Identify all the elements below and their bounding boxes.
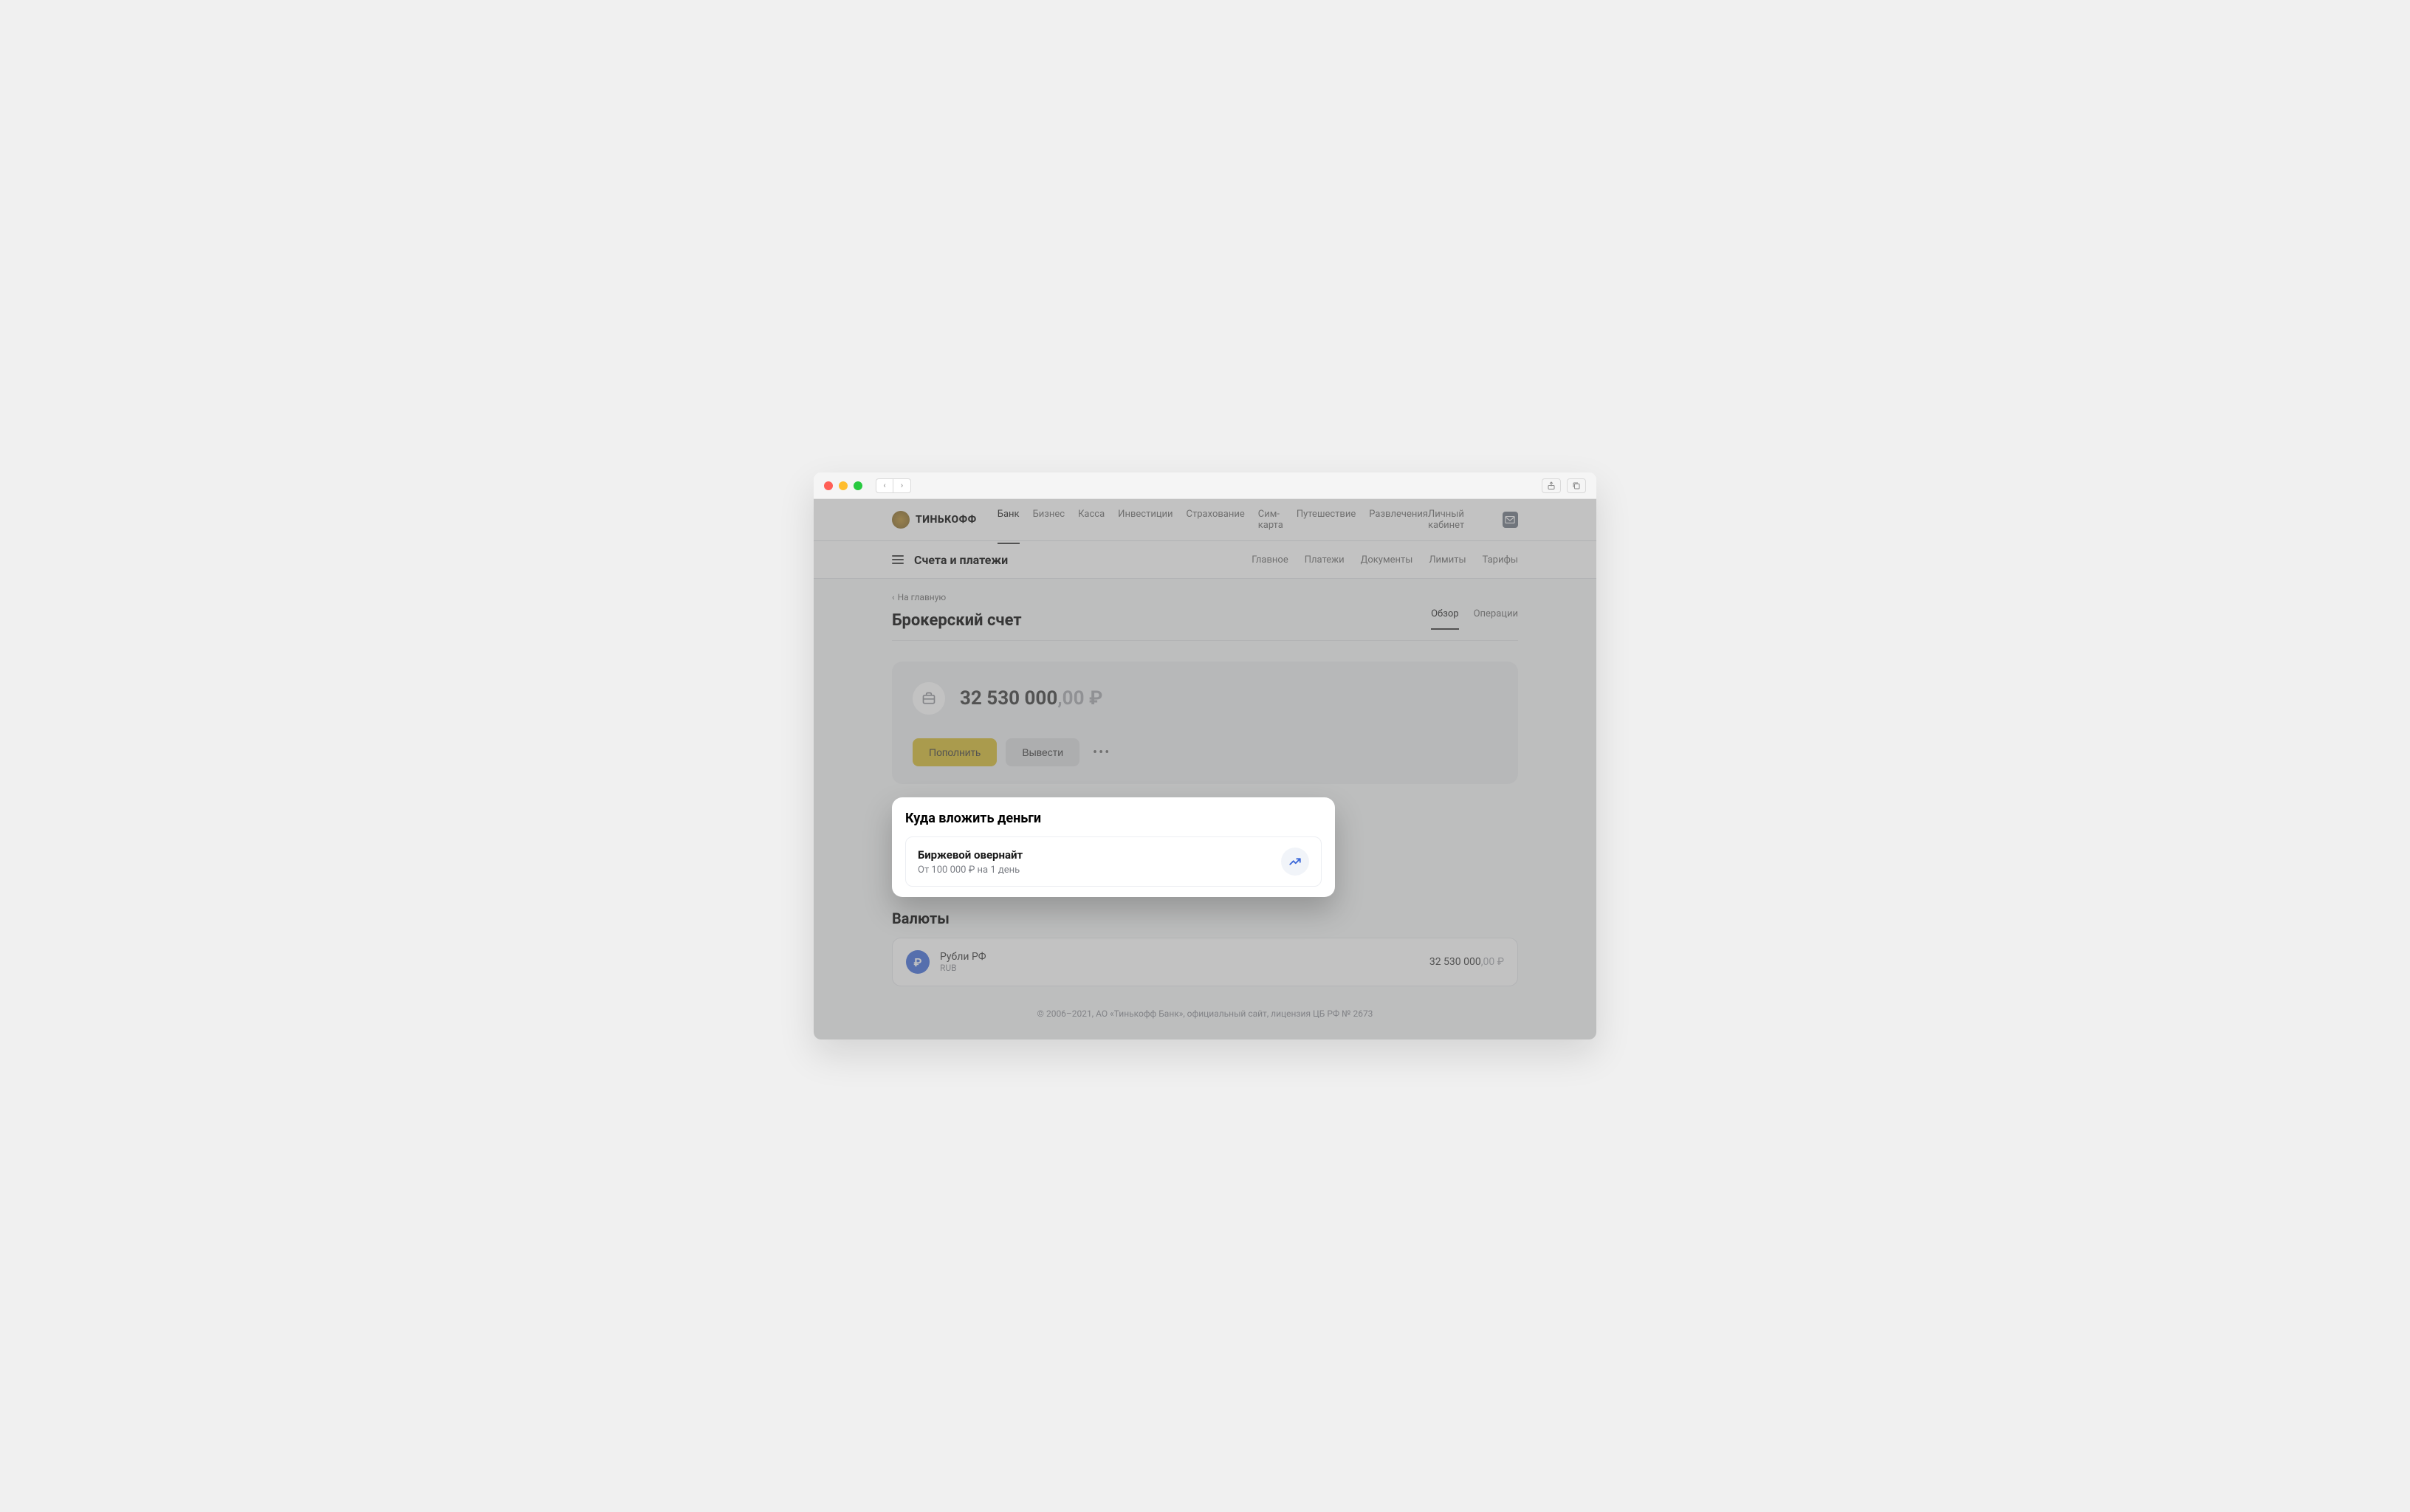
personal-cabinet-link[interactable]: Личный кабинет [1428, 509, 1495, 531]
nav-link-business[interactable]: Бизнес [1033, 495, 1065, 544]
invest-item-title: Биржевой овернайт [918, 848, 1023, 862]
close-window-icon[interactable] [824, 481, 833, 490]
subnav-link-tariffs[interactable]: Тарифы [1483, 554, 1518, 566]
maximize-window-icon[interactable] [854, 481, 862, 490]
share-icon[interactable] [1542, 478, 1561, 493]
currency-row-rub[interactable]: ₽ Рубли РФ RUB 32 530 000,00 ₽ [892, 938, 1518, 986]
balance-amount: 32 530 000,00 ₽ [960, 687, 1102, 709]
nav-link-bank[interactable]: Банк [998, 495, 1020, 544]
back-button[interactable]: ‹ [876, 478, 893, 493]
page-viewport: ТИНЬКОФФ Банк Бизнес Касса Инвестиции Ст… [814, 499, 1596, 1040]
trend-up-icon [1281, 848, 1309, 876]
breadcrumb-label: На главную [898, 592, 947, 602]
subnav-link-documents[interactable]: Документы [1361, 554, 1413, 566]
tab-operations[interactable]: Операции [1474, 608, 1518, 630]
balance-card: 32 530 000,00 ₽ Пополнить Вывести ••• [892, 662, 1518, 784]
withdraw-button[interactable]: Вывести [1006, 738, 1079, 766]
invest-card: Куда вложить деньги Биржевой овернайт От… [892, 797, 1335, 897]
page-tabs: Обзор Операции [1431, 608, 1518, 630]
primary-nav-links: Банк Бизнес Касса Инвестиции Страхование… [998, 495, 1428, 544]
subnav-title: Счета и платежи [914, 553, 1008, 567]
sub-nav: Счета и платежи Главное Платежи Документ… [814, 541, 1596, 579]
invest-card-title: Куда вложить деньги [905, 811, 1322, 826]
subnav-link-payments[interactable]: Платежи [1305, 554, 1345, 566]
more-actions-icon[interactable]: ••• [1088, 745, 1115, 760]
logo-text: ТИНЬКОФФ [916, 514, 977, 526]
subnav-link-main[interactable]: Главное [1252, 554, 1288, 566]
forward-button[interactable]: › [893, 478, 911, 493]
window-controls [824, 481, 862, 490]
breadcrumb[interactable]: ‹ На главную [892, 579, 1518, 608]
top-nav: ТИНЬКОФФ Банк Бизнес Касса Инвестиции Ст… [814, 499, 1596, 541]
deposit-button[interactable]: Пополнить [913, 738, 997, 766]
nav-link-entertainment[interactable]: Развлечения [1369, 495, 1428, 544]
currency-name: Рубли РФ [940, 951, 986, 963]
nav-link-invest[interactable]: Инвестиции [1118, 495, 1173, 544]
chevron-left-icon: ‹ [892, 592, 895, 602]
browser-window: ‹ › ТИНЬКОФФ Банк Бизнес Кас [814, 472, 1596, 1040]
currencies-section-title: Валюты [892, 910, 1518, 927]
minimize-window-icon[interactable] [839, 481, 848, 490]
page-title: Брокерский счет [892, 611, 1022, 630]
invest-item-subtitle: От 100 000 ₽ на 1 день [918, 865, 1023, 876]
footer-text: © 2006–2021, АО «Тинькофф Банк», официал… [892, 986, 1518, 1022]
browser-nav-arrows: ‹ › [876, 478, 911, 493]
tab-overview[interactable]: Обзор [1431, 608, 1458, 630]
nav-link-travel[interactable]: Путешествие [1297, 495, 1356, 544]
subnav-link-limits[interactable]: Лимиты [1429, 554, 1466, 566]
logo[interactable]: ТИНЬКОФФ [892, 511, 977, 529]
hamburger-icon[interactable] [892, 555, 904, 564]
ruble-icon: ₽ [906, 950, 930, 974]
mail-icon[interactable] [1503, 512, 1518, 528]
briefcase-icon [913, 682, 945, 715]
nav-link-sim[interactable]: Сим-карта [1258, 495, 1283, 544]
currency-code: RUB [940, 963, 986, 973]
tabs-icon[interactable] [1567, 478, 1586, 493]
nav-link-kassa[interactable]: Касса [1078, 495, 1105, 544]
invest-item-overnight[interactable]: Биржевой овернайт От 100 000 ₽ на 1 день [905, 836, 1322, 887]
logo-icon [892, 511, 910, 529]
nav-link-insurance[interactable]: Страхование [1187, 495, 1245, 544]
currency-amount: 32 530 000,00 ₽ [1429, 956, 1504, 968]
